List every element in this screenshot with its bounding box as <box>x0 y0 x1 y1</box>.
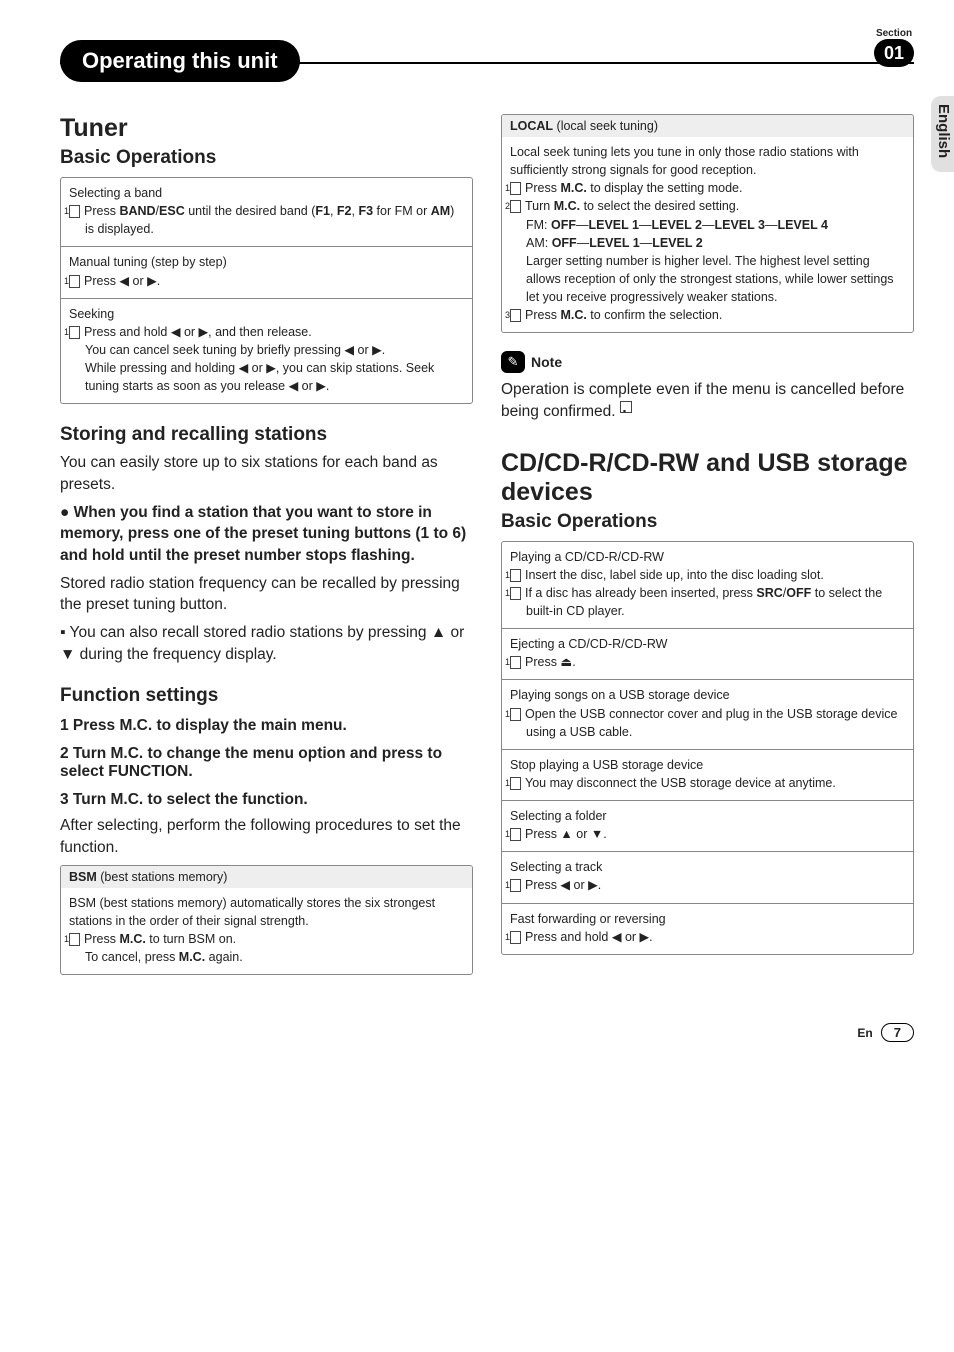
cd-usb-box: Playing a CD/CD-R/CD-RW 1Insert the disc… <box>501 541 914 955</box>
cd-usb-heading: CD/CD-R/CD-RW and USB storage devices <box>501 449 914 507</box>
manual-tuning-title: Manual tuning (step by step) <box>69 253 464 271</box>
stop-usb-step: You may disconnect the USB storage devic… <box>525 776 836 790</box>
storing-recall-alt: You can also recall stored radio station… <box>60 622 473 665</box>
local-intro: Local seek tuning lets you tune in only … <box>510 143 905 179</box>
right-column: LOCAL (local seek tuning) Local seek tun… <box>501 114 914 989</box>
header-bar: Operating this unit Section 01 <box>60 40 914 84</box>
section-label: Section <box>874 28 914 39</box>
seeking-title: Seeking <box>69 305 464 323</box>
cd-usb-basic-heading: Basic Operations <box>501 511 914 533</box>
footer-lang: En <box>857 1026 872 1040</box>
select-folder-step: Press ▲ or ▼. <box>525 827 607 841</box>
play-usb-step: Open the USB connector cover and plug in… <box>525 707 897 739</box>
tuner-heading: Tuner <box>60 114 473 143</box>
local-explain: Larger setting number is higher level. T… <box>510 252 905 306</box>
stop-usb-title: Stop playing a USB storage device <box>510 756 905 774</box>
section-number: 01 <box>874 39 914 67</box>
section-badge: Section 01 <box>874 28 914 67</box>
note-label: Note <box>531 354 562 370</box>
basic-ops-heading: Basic Operations <box>60 147 473 169</box>
play-usb-title: Playing songs on a USB storage device <box>510 686 905 704</box>
note-icon: ✎ <box>501 351 525 373</box>
storing-intro: You can easily store up to six stations … <box>60 452 473 495</box>
manual-tuning-step: Press ◀ or ▶. <box>84 274 160 288</box>
play-cd-s1: Insert the disc, label side up, into the… <box>525 568 824 582</box>
eject-cd-title: Ejecting a CD/CD-R/CD-RW <box>510 635 905 653</box>
language-tab: English <box>931 96 954 172</box>
function-settings-heading: Function settings <box>60 685 473 707</box>
select-track-title: Selecting a track <box>510 858 905 876</box>
left-column: Tuner Basic Operations Selecting a band … <box>60 114 473 989</box>
fn-step-3: 3 Turn M.C. to select the function. <box>60 791 473 809</box>
seeking-note-1: You can cancel seek tuning by briefly pr… <box>69 341 464 359</box>
local-box: LOCAL (local seek tuning) Local seek tun… <box>501 114 914 333</box>
bsm-box: BSM (best stations memory) BSM (best sta… <box>60 865 473 976</box>
page-number: 7 <box>881 1023 914 1042</box>
fn-after: After selecting, perform the following p… <box>60 815 473 858</box>
fn-step-1: 1 Press M.C. to display the main menu. <box>60 717 473 735</box>
header-title: Operating this unit <box>60 40 300 82</box>
storing-recall: Stored radio station frequency can be re… <box>60 573 473 616</box>
footer: En 7 <box>60 1023 914 1042</box>
play-cd-title: Playing a CD/CD-R/CD-RW <box>510 548 905 566</box>
fn-step-2: 2 Turn M.C. to change the menu option an… <box>60 745 473 781</box>
seeking-note-2: While pressing and holding ◀ or ▶, you c… <box>69 359 464 395</box>
ff-rev-step: Press and hold ◀ or ▶. <box>525 930 653 944</box>
seeking-step-1: Press and hold ◀ or ▶, and then release. <box>84 325 312 339</box>
select-folder-title: Selecting a folder <box>510 807 905 825</box>
storing-bullet: When you find a station that you want to… <box>60 502 473 567</box>
eject-cd-step: Press ⏏. <box>525 655 576 669</box>
ff-rev-title: Fast forwarding or reversing <box>510 910 905 928</box>
tuner-basic-ops-box: Selecting a band 1Press BAND/ESC until t… <box>60 177 473 404</box>
bsm-body: BSM (best stations memory) automatically… <box>69 894 464 930</box>
select-track-step: Press ◀ or ▶. <box>525 878 601 892</box>
note-body: Operation is complete even if the menu i… <box>501 379 914 422</box>
select-band-title: Selecting a band <box>69 184 464 202</box>
storing-heading: Storing and recalling stations <box>60 424 473 446</box>
note-row: ✎ Note <box>501 351 914 373</box>
